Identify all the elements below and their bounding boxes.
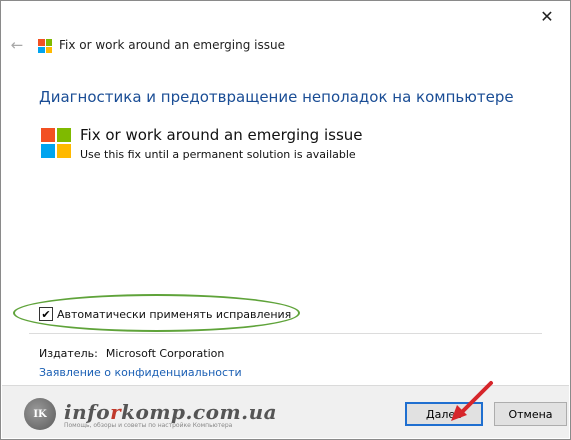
fix-title: Fix or work around an emerging issue — [80, 126, 363, 144]
auto-apply-checkbox[interactable]: ✔ — [39, 307, 53, 321]
auto-apply-label: Автоматически применять исправления — [57, 307, 292, 321]
close-icon: ✕ — [540, 6, 554, 26]
divider — [29, 333, 542, 334]
auto-apply-option[interactable]: ✔ Автоматически применять исправления — [39, 307, 291, 321]
checkmark-icon: ✔ — [41, 307, 51, 321]
cancel-button[interactable]: Отмена — [494, 402, 567, 426]
back-button[interactable]: ← — [7, 35, 27, 55]
footer-bar: IK inforkomp.com.ua Помощь, обзоры и сов… — [2, 385, 569, 438]
fix-description: Use this fix until a permanent solution … — [80, 148, 356, 161]
back-arrow-icon: ← — [10, 36, 24, 54]
window-title: Fix or work around an emerging issue — [59, 38, 285, 52]
troubleshooter-window: ✕ ← Fix or work around an emerging issue… — [0, 0, 571, 440]
watermark-title: inforkomp.com.ua — [64, 399, 278, 424]
publisher-label: Издатель: — [39, 347, 98, 360]
close-button[interactable]: ✕ — [524, 1, 570, 31]
next-button[interactable]: Далее — [405, 402, 483, 426]
page-heading: Диагностика и предотвращение неполадок н… — [39, 88, 514, 106]
privacy-statement-link[interactable]: Заявление о конфиденциальности — [39, 366, 242, 379]
publisher-info: Издатель: Microsoft Corporation — [39, 347, 224, 360]
watermark: IK inforkomp.com.ua Помощь, обзоры и сов… — [24, 396, 277, 432]
windows-logo-icon — [41, 128, 71, 158]
windows-logo-icon — [38, 39, 52, 53]
watermark-logo-icon: IK — [24, 398, 56, 430]
publisher-name: Microsoft Corporation — [105, 347, 225, 360]
watermark-subtitle: Помощь, обзоры и советы по настройке Ком… — [64, 421, 233, 429]
